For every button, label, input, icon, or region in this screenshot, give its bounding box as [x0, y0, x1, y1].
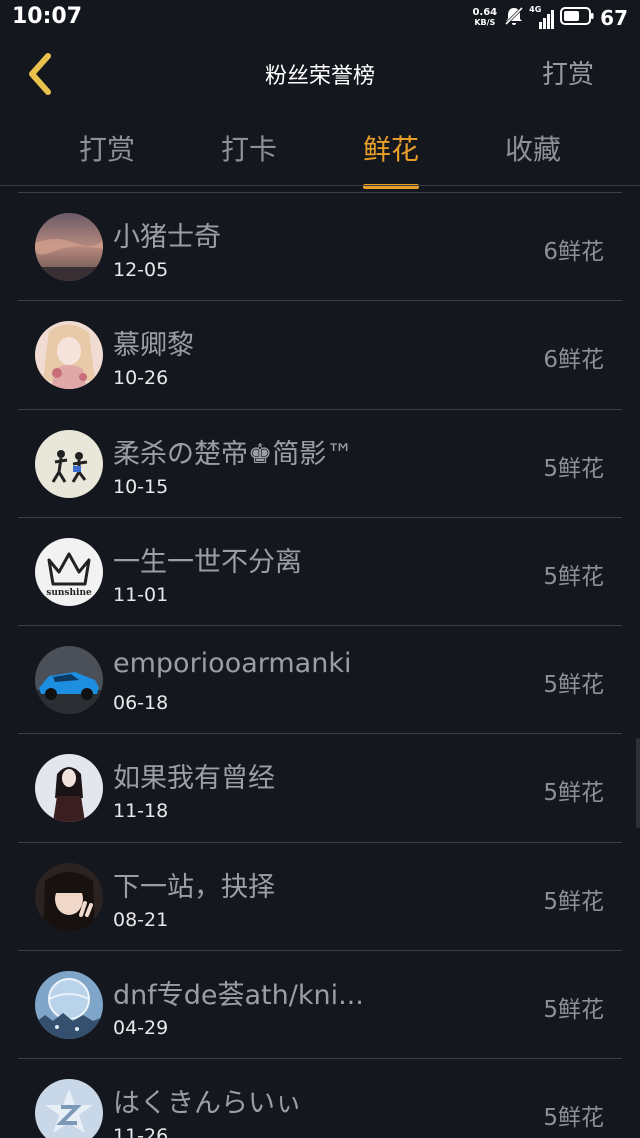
- status-icons: 0.64 KB/S 4G 67: [472, 5, 628, 31]
- tab-label: 打卡: [220, 133, 277, 166]
- fan-date: 04-29: [113, 1017, 169, 1040]
- fan-name: 慕卿黎: [113, 330, 194, 362]
- status-bar: 10:07 0.64 KB/S 4G 67: [0, 0, 640, 36]
- fan-name: emporiooarmanki: [113, 648, 352, 680]
- network-speed-unit: KB/S: [474, 18, 496, 27]
- flower-count: 5鲜花: [543, 563, 604, 590]
- fan-date: 08-21: [113, 908, 169, 931]
- sunset-sky-avatar: [35, 213, 103, 281]
- flower-count: 5鲜花: [543, 672, 604, 699]
- peace-sign-girl-avatar: [35, 862, 103, 931]
- list-item[interactable]: dnf专de荟ath/kni... 04-29 5鲜花: [18, 950, 622, 1058]
- dancing-figures-avatar: [35, 429, 103, 498]
- tab-reward[interactable]: 打赏: [47, 128, 167, 180]
- scrollbar[interactable]: [636, 738, 640, 828]
- network-type: 4G: [529, 5, 542, 14]
- list-item[interactable]: 下一站，抉择 08-21 5鲜花: [18, 841, 622, 950]
- reward-action-button[interactable]: 打赏: [542, 54, 594, 91]
- tab-checkin[interactable]: 打卡: [189, 128, 309, 180]
- app-header: 粉丝荣誉榜 打赏: [0, 36, 640, 112]
- fan-date: 10-15: [113, 475, 169, 498]
- fan-name: 小猪士奇: [113, 222, 221, 253]
- list-item[interactable]: sunshine 一生一世不分离 11-01 5鲜花: [18, 516, 622, 625]
- list-item[interactable]: emporiooarmanki 06-18 5鲜花: [18, 625, 622, 733]
- fan-name: はくきんらいぃ: [113, 1088, 302, 1120]
- snow-globe-avatar: [35, 971, 103, 1040]
- fan-date: 11-18: [113, 800, 169, 823]
- fan-date: 11-26: [113, 1125, 169, 1138]
- tab-favorites[interactable]: 收藏: [473, 128, 593, 180]
- avatar-caption: sunshine: [46, 588, 92, 598]
- flower-count: 6鲜花: [543, 347, 604, 374]
- fan-name: 如果我有曾经: [113, 763, 275, 795]
- fan-ranking-list: 小猪士奇 12-05 6鲜花 慕卿黎 10-26 6鲜花 柔杀の楚帝♚简影™ 1…: [18, 192, 622, 1138]
- cell-signal-icon: 4G: [529, 5, 555, 29]
- tabs-divider: [0, 185, 640, 186]
- fan-name: 一生一世不分离: [113, 546, 302, 578]
- default-z-avatar: [35, 1079, 103, 1138]
- list-item[interactable]: はくきんらいぃ 11-26 5鲜花: [18, 1058, 622, 1138]
- tab-flowers[interactable]: 鲜花: [331, 128, 451, 189]
- network-speed-value: 0.64: [472, 7, 498, 18]
- flower-count: 5鲜花: [543, 997, 604, 1024]
- mute-icon: [503, 5, 525, 31]
- crown-sunshine-avatar: sunshine: [35, 537, 103, 606]
- fan-name: dnf专de荟ath/kni...: [113, 980, 364, 1012]
- flower-count: 5鲜花: [543, 455, 604, 482]
- tab-label: 收藏: [504, 133, 561, 166]
- fan-date: 10-26: [113, 367, 169, 390]
- network-speed: 0.64 KB/S: [472, 8, 497, 28]
- list-item[interactable]: 如果我有曾经 11-18 5鲜花: [18, 733, 622, 841]
- flower-count: 6鲜花: [543, 239, 604, 265]
- battery-level: 67: [600, 6, 628, 30]
- fan-date: 06-18: [113, 692, 169, 715]
- blue-sports-car-avatar: [35, 646, 103, 715]
- fan-date: 11-01: [113, 583, 169, 606]
- list-item[interactable]: 慕卿黎 10-26 6鲜花: [18, 300, 622, 408]
- dark-hair-girl-avatar: [35, 754, 103, 823]
- battery-icon: [560, 7, 594, 29]
- anime-girl-avatar: [35, 321, 103, 390]
- fan-name: 柔杀の楚帝♚简影™: [113, 438, 354, 470]
- list-item[interactable]: 柔杀の楚帝♚简影™ 10-15 5鲜花: [18, 408, 622, 517]
- flower-count: 5鲜花: [543, 1105, 604, 1132]
- flower-count: 5鲜花: [543, 780, 604, 807]
- status-time: 10:07: [12, 4, 83, 29]
- ranking-tabs: 打赏 打卡 鲜花 收藏: [0, 118, 640, 189]
- flower-count: 5鲜花: [543, 888, 604, 915]
- fan-honor-screen: 10:07 0.64 KB/S 4G 67 粉丝荣誉榜 打赏 打赏 打卡 鲜花 …: [0, 0, 640, 1138]
- list-item[interactable]: 小猪士奇 12-05 6鲜花: [18, 192, 622, 300]
- fan-date: 12-05: [113, 259, 169, 281]
- tab-label: 打赏: [78, 133, 135, 166]
- fan-name: 下一站，抉择: [113, 871, 275, 903]
- tab-label: 鲜花: [362, 133, 419, 166]
